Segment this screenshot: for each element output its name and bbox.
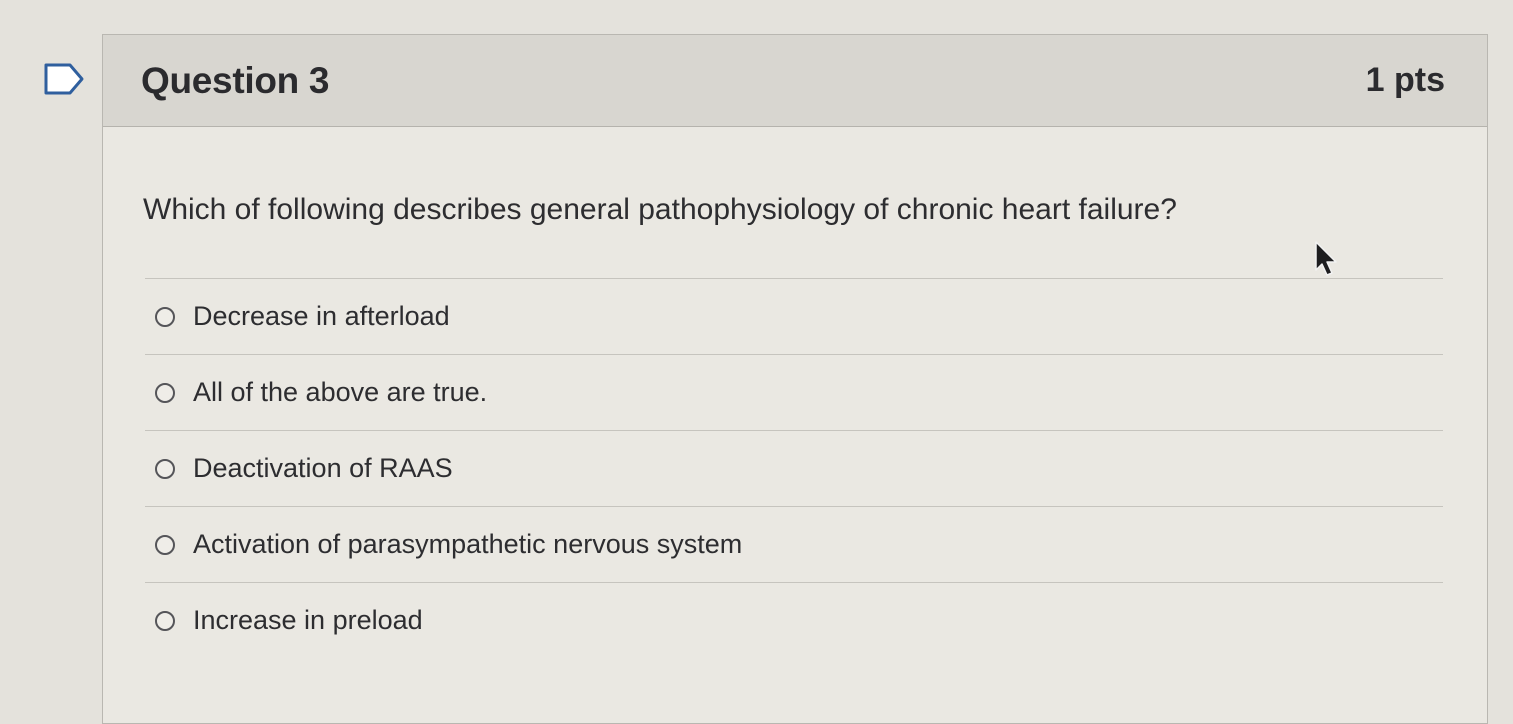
question-card: Question 3 1 pts Which of following desc…: [102, 34, 1488, 724]
answer-list: Decrease in afterload All of the above a…: [145, 278, 1443, 658]
answer-label[interactable]: Deactivation of RAAS: [193, 453, 453, 484]
answer-option[interactable]: Deactivation of RAAS: [145, 430, 1443, 506]
answer-label[interactable]: All of the above are true.: [193, 377, 487, 408]
mouse-pointer-icon: [1315, 241, 1337, 276]
flag-question-icon[interactable]: [44, 62, 84, 96]
question-header: Question 3 1 pts: [103, 35, 1487, 127]
radio-button-icon[interactable]: [155, 306, 175, 327]
answer-option[interactable]: Increase in preload: [145, 582, 1443, 658]
question-title: Question 3: [141, 59, 330, 101]
answer-label[interactable]: Increase in preload: [193, 605, 423, 636]
question-text: Which of following describes general pat…: [143, 193, 1177, 226]
answer-option[interactable]: Activation of parasympathetic nervous sy…: [145, 506, 1443, 582]
answer-option[interactable]: Decrease in afterload: [145, 278, 1443, 354]
answer-label[interactable]: Decrease in afterload: [193, 301, 450, 332]
answer-label[interactable]: Activation of parasympathetic nervous sy…: [193, 529, 742, 560]
radio-button-icon[interactable]: [155, 382, 175, 403]
radio-button-icon[interactable]: [155, 458, 175, 479]
radio-button-icon[interactable]: [155, 610, 175, 631]
answer-option[interactable]: All of the above are true.: [145, 354, 1443, 430]
question-points: 1 pts: [1365, 61, 1445, 99]
radio-button-icon[interactable]: [155, 534, 175, 555]
